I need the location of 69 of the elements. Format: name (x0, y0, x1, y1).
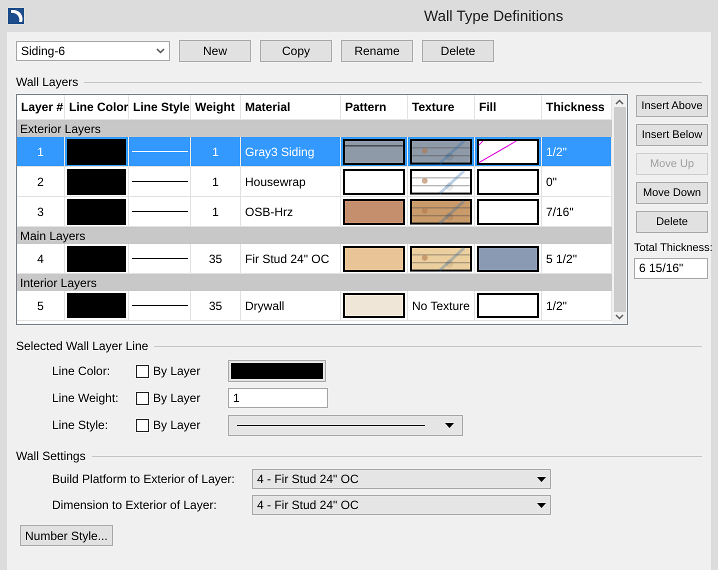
caret-icon (537, 476, 546, 482)
window-title: Wall Type Definitions (424, 8, 564, 24)
column-header[interactable]: Fill (475, 95, 542, 119)
toolbar-button[interactable]: Rename (341, 40, 413, 62)
chevron-icon (156, 48, 165, 54)
table-cell: 35 (191, 291, 241, 320)
table-cell: 5 (17, 291, 65, 320)
line-style-dropdown[interactable] (228, 414, 463, 436)
checkbox-label: By Layer (153, 391, 202, 405)
column-header[interactable]: Layer # (17, 95, 65, 119)
checkbox-label: By Layer (153, 364, 202, 378)
scroll-thumb[interactable] (614, 107, 626, 312)
layer-row[interactable]: 4 35 Fir Stud 24" OC 5 1/2" (17, 244, 612, 274)
table-cell: 1 (17, 137, 65, 167)
table-cell: Gray3 Siding (241, 137, 341, 167)
side-button[interactable]: Move Down (636, 182, 708, 204)
section-title: Wall Layers (16, 75, 78, 89)
section-title: Wall Settings (16, 449, 86, 463)
column-header[interactable]: Material (241, 95, 341, 119)
scroll-down-icon[interactable] (615, 314, 624, 320)
checkbox[interactable] (136, 392, 149, 404)
app-icon (8, 8, 24, 24)
table-cell: Drywall (241, 291, 341, 320)
checkbox[interactable] (136, 364, 149, 378)
table-cell: 2 (17, 167, 65, 197)
layer-dropdown[interactable]: 4 - Fir Stud 24" OC (252, 495, 551, 515)
side-button[interactable]: Insert Below (636, 124, 708, 146)
field-label: Line Style: (52, 418, 110, 432)
scroll-up-icon[interactable] (615, 99, 624, 105)
number-style-button[interactable]: Number Style... (20, 525, 113, 546)
line-sample (132, 181, 188, 182)
line-sample (132, 151, 188, 152)
toolbar-button[interactable]: New (179, 40, 251, 62)
table-cell: 1 (191, 167, 241, 197)
side-button[interactable]: Insert Above (636, 95, 708, 117)
line-sample (132, 305, 188, 306)
field-label: Build Platform to Exterior of Layer: (52, 472, 236, 486)
column-header[interactable]: Line Style (129, 95, 191, 119)
table-cell: Housewrap (241, 167, 341, 197)
section-title: Selected Wall Layer Line (16, 339, 148, 353)
field-label: Line Weight: (52, 391, 120, 405)
scrollbar[interactable] (612, 95, 627, 324)
layer-row[interactable]: 5 35 Drywall No Texture 1/2" (17, 291, 612, 321)
layer-row[interactable]: 2 1 Housewrap 0" (17, 167, 612, 197)
line-sample (132, 211, 188, 212)
caret-icon (537, 502, 546, 508)
table-cell: 1 (191, 137, 241, 167)
total-thickness-field[interactable]: 6 15/16" (634, 258, 708, 279)
checkbox-label: By Layer (153, 418, 202, 432)
caret-icon (445, 422, 454, 428)
toolbar-button[interactable]: Copy (260, 40, 332, 62)
line-sample (132, 258, 188, 260)
wall-type-dropdown[interactable]: Siding-6 (16, 41, 170, 61)
toolbar-button[interactable]: Delete (422, 40, 494, 62)
group-row: Exterior Layers (17, 120, 612, 137)
column-header[interactable]: Weight (191, 95, 241, 119)
field-label: Line Color: (52, 364, 112, 378)
column-header[interactable]: Texture (408, 95, 475, 119)
table-cell: No Texture (408, 291, 475, 320)
group-row: Interior Layers (17, 274, 612, 291)
field-label: Dimension to Exterior of Layer: (52, 498, 218, 512)
checkbox[interactable] (136, 418, 149, 432)
layer-row[interactable]: 3 1 OSB-Hrz 7/16" (17, 197, 612, 227)
group-row: Main Layers (17, 227, 612, 244)
line-weight-field[interactable]: 1 (228, 388, 328, 408)
side-button[interactable]: Delete (636, 211, 708, 233)
column-header[interactable]: Line Color (65, 95, 129, 119)
column-header[interactable]: Pattern (341, 95, 408, 119)
layer-dropdown[interactable]: 4 - Fir Stud 24" OC (252, 469, 551, 489)
